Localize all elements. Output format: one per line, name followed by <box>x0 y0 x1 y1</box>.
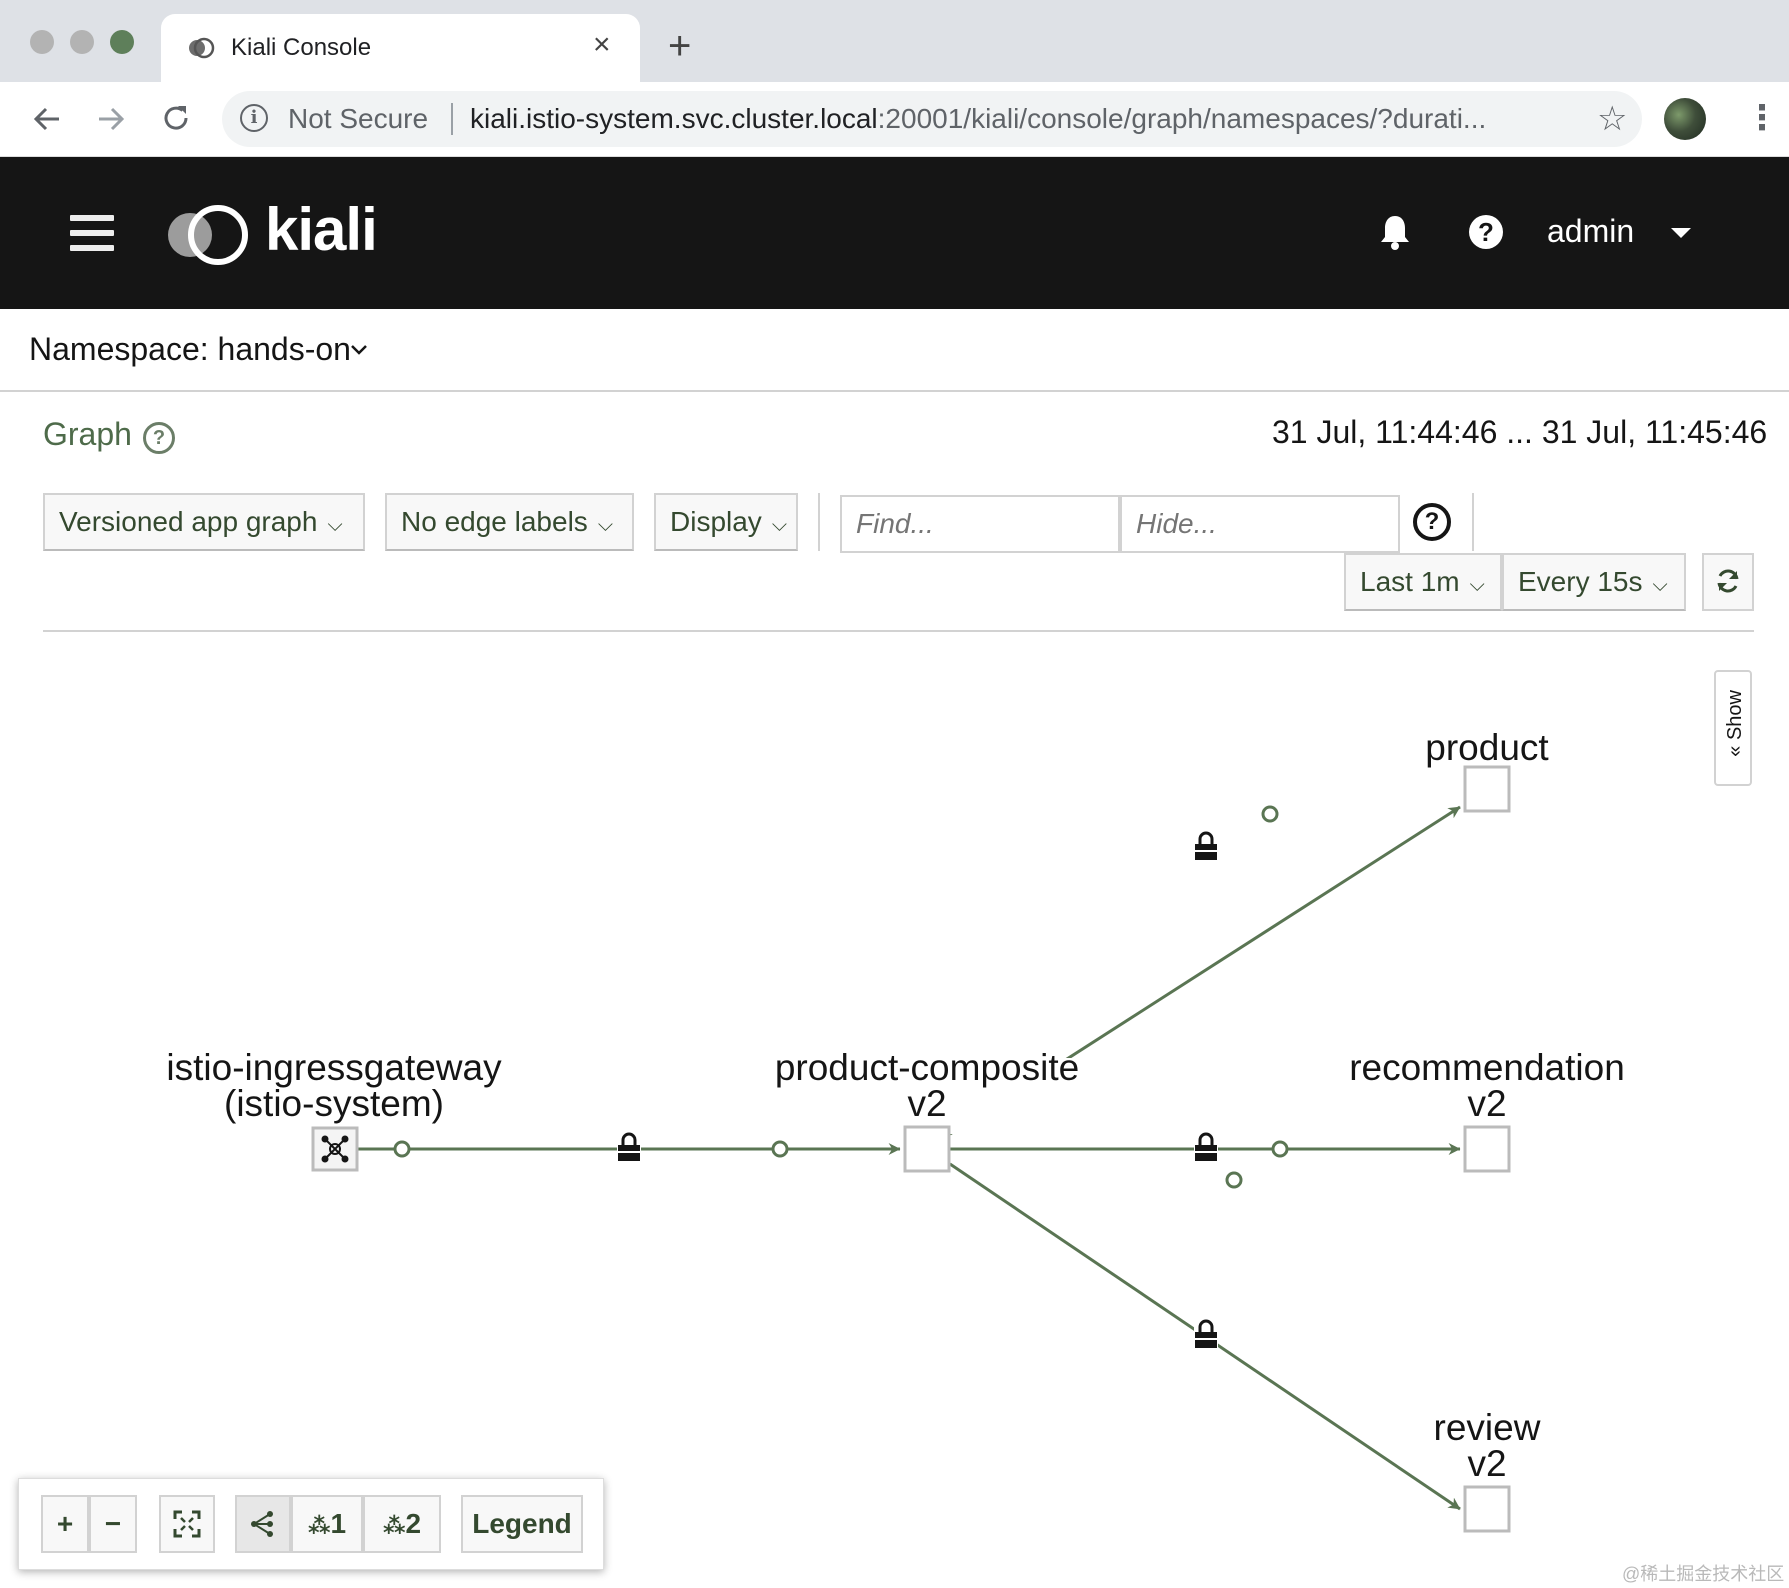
mtls-lock-icon <box>1194 1319 1218 1350</box>
url-host: kiali.istio-system.svc.cluster.local <box>470 103 878 134</box>
url-path: :20001/kiali/console/graph/namespaces/?d… <box>877 103 1487 134</box>
time-range-text: 31 Jul, 11:44:46 ... 31 Jul, 11:45:46 <box>1272 414 1768 450</box>
help-icon[interactable]: ? <box>1469 215 1503 249</box>
mtls-lock-icon <box>617 1132 641 1163</box>
find-input[interactable] <box>840 495 1120 553</box>
forward-arrow-icon[interactable] <box>96 104 126 134</box>
kiali-logo-icon <box>168 205 248 265</box>
layout-icon <box>251 1511 273 1537</box>
graph-type-dropdown[interactable]: Versioned app graph ⌵ <box>43 493 365 551</box>
legend-button[interactable]: Legend <box>461 1495 583 1553</box>
mtls-lock-icon <box>1194 831 1218 862</box>
refresh-icon <box>1717 569 1739 593</box>
display-label: Display <box>670 506 762 537</box>
browser-tab[interactable]: Kiali Console × <box>161 14 640 82</box>
bell-icon[interactable] <box>1378 213 1412 251</box>
namespace-bar: Namespace: hands-on <box>0 309 1789 392</box>
graph-node-recommendation[interactable]: recommendation v2 <box>1349 1047 1625 1173</box>
browser-toolbar: i Not Secure kiali.istio-system.svc.clus… <box>0 82 1789 157</box>
profile-avatar[interactable] <box>1664 98 1706 140</box>
zoom-out-icon: − <box>104 1508 122 1539</box>
fit-icon <box>173 1510 201 1538</box>
graph-node-product[interactable]: product v2 <box>1425 727 1549 813</box>
kiali-wordmark: kiali <box>265 196 378 263</box>
duration-label: Last 1m <box>1360 566 1460 597</box>
namespace-selector[interactable]: Namespace: hands-on <box>29 331 351 368</box>
chevron-down-icon: ⌵ <box>327 514 343 536</box>
address-bar[interactable]: i Not Secure kiali.istio-system.svc.clus… <box>222 91 1642 147</box>
url-text[interactable]: kiali.istio-system.svc.cluster.local:200… <box>470 103 1600 135</box>
zoom-in-button[interactable]: + <box>41 1495 89 1553</box>
header-divider <box>43 630 1754 632</box>
mtls-lock-icon <box>1194 1132 1218 1163</box>
toolbar-separator <box>1472 493 1474 551</box>
hide-input[interactable] <box>1120 495 1400 553</box>
layout-1-button[interactable]: ⁂1 <box>291 1495 363 1553</box>
layout-2-button[interactable]: ⁂2 <box>363 1495 441 1553</box>
layout-2-label: 2 <box>405 1508 422 1539</box>
layout-default-button[interactable] <box>235 1495 291 1553</box>
service-graph[interactable]: istio-ingressgateway (istio-system) prod… <box>0 640 1789 1588</box>
layout-1-label: 1 <box>330 1508 347 1539</box>
edge-labels-dropdown[interactable]: No edge labels ⌵ <box>385 493 634 551</box>
find-help-icon[interactable]: ? <box>1413 503 1451 541</box>
toolbar-separator <box>818 493 820 551</box>
zoom-out-button[interactable]: − <box>89 1495 137 1553</box>
node-sublabel: (istio-system) <box>224 1083 444 1124</box>
node-label: recommendation <box>1349 1047 1625 1088</box>
chevron-down-icon: ⌵ <box>771 514 787 536</box>
node-label: product <box>1425 727 1549 768</box>
refresh-interval-label: Every 15s <box>1518 566 1643 597</box>
more-vert-icon[interactable]: ⋮ <box>1745 100 1779 136</box>
chevron-down-icon: ⌵ <box>1652 574 1668 596</box>
graph-node-istio-ingressgateway[interactable]: istio-ingressgateway (istio-system) <box>166 1047 502 1172</box>
zoom-in-icon: + <box>56 1508 74 1539</box>
display-dropdown[interactable]: Display ⌵ <box>654 493 798 551</box>
chevron-down-icon: ⌵ <box>597 514 613 536</box>
tab-close-icon[interactable]: × <box>593 28 611 62</box>
graph-help-icon[interactable]: ? <box>143 422 175 454</box>
new-tab-icon[interactable]: + <box>668 26 691 66</box>
back-arrow-icon[interactable] <box>32 104 62 134</box>
tab-title: Kiali Console <box>231 34 372 61</box>
caret-down-icon[interactable] <box>1671 228 1691 238</box>
chevron-down-icon: ⌵ <box>1469 574 1485 596</box>
kiali-masthead: kiali ? admin <box>0 157 1789 309</box>
layout-2-icon: ⁂ <box>382 1513 406 1538</box>
node-label: product-composite <box>775 1047 1079 1088</box>
info-icon[interactable]: i <box>240 104 268 132</box>
node-label: review <box>1434 1407 1541 1448</box>
node-sublabel: v2 <box>1467 1443 1506 1484</box>
legend-label: Legend <box>472 1508 572 1539</box>
edge-labels-label: No edge labels <box>401 506 588 537</box>
node-sublabel: v2 <box>1467 1083 1506 1124</box>
duration-dropdown[interactable]: Last 1m ⌵ <box>1344 553 1502 611</box>
watermark: @稀土掘金技术社区 <box>1622 1564 1785 1584</box>
fit-to-screen-button[interactable] <box>159 1495 215 1553</box>
browser-tab-strip: Kiali Console × + <box>0 0 1789 82</box>
hamburger-menu-icon[interactable] <box>70 215 114 251</box>
user-menu-label[interactable]: admin <box>1547 213 1634 250</box>
layout-1-icon: ⁂ <box>307 1513 331 1538</box>
page-title: Graph <box>43 416 132 452</box>
node-label: istio-ingressgateway <box>166 1047 502 1088</box>
security-label[interactable]: Not Secure <box>288 103 428 135</box>
window-zoom-light[interactable] <box>110 30 134 54</box>
chevron-down-icon[interactable] <box>350 343 368 357</box>
graph-bottom-toolbar: + − ⁂1 ⁂2 Legend <box>18 1478 604 1570</box>
omnibox-separator <box>451 103 453 135</box>
window-close-light[interactable] <box>30 30 54 54</box>
window-minimize-light[interactable] <box>70 30 94 54</box>
reload-icon[interactable] <box>160 102 192 134</box>
kiali-favicon-icon <box>189 37 215 59</box>
node-sublabel: v2 <box>907 1083 946 1124</box>
graph-node-review[interactable]: review v2 <box>1434 1407 1541 1533</box>
graph-type-label: Versioned app graph <box>59 506 318 537</box>
refresh-interval-dropdown[interactable]: Every 15s ⌵ <box>1502 553 1686 611</box>
refresh-button[interactable] <box>1702 553 1754 611</box>
star-icon[interactable]: ☆ <box>1597 99 1627 139</box>
